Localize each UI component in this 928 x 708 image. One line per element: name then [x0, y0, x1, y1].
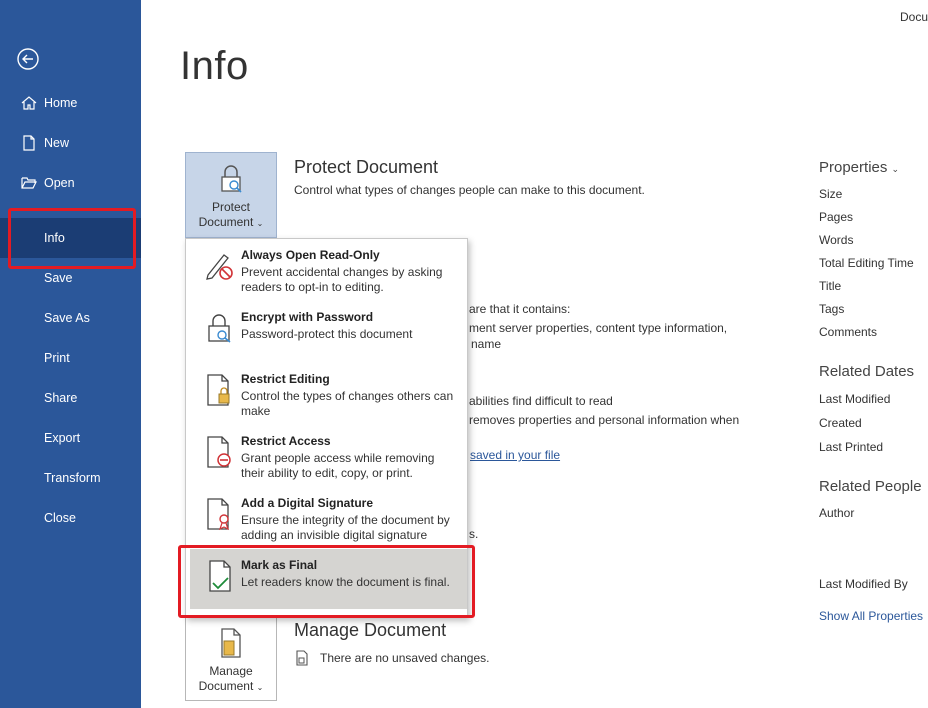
sidebar-item-label: Save: [44, 271, 73, 285]
sidebar-item-share[interactable]: Share: [0, 378, 141, 418]
properties-header[interactable]: Properties ⌄: [819, 159, 899, 176]
menu-item-mark-as-final[interactable]: Mark as Final Let readers know the docum…: [190, 549, 467, 609]
protect-document-menu: Always Open Read-Only Prevent accidental…: [185, 238, 468, 618]
menu-item-description: Control the types of changes others can …: [241, 389, 454, 418]
sidebar-item-label: Export: [44, 431, 81, 445]
protect-document-description: Control what types of changes people can…: [294, 183, 645, 197]
inspect-text-line: abilities find difficult to read: [469, 394, 613, 408]
new-document-icon: [20, 134, 38, 152]
menu-item-description: Prevent accidental changes by asking rea…: [241, 265, 443, 294]
menu-item-always-open-read-only[interactable]: Always Open Read-Only Prevent accidental…: [186, 239, 467, 299]
property-label: Words: [819, 233, 854, 247]
menu-item-description: Ensure the integrity of the document by …: [241, 513, 450, 542]
menu-item-description: Let readers know the document is final.: [241, 575, 450, 589]
sidebar-item-close[interactable]: Close: [0, 498, 141, 538]
sidebar-item-new[interactable]: New: [0, 123, 141, 163]
home-icon: [20, 94, 38, 112]
sidebar-item-info[interactable]: Info: [0, 218, 141, 258]
menu-item-title: Add a Digital Signature: [241, 496, 374, 510]
menu-item-restrict-editing[interactable]: Restrict Editing Control the types of ch…: [186, 363, 467, 423]
chevron-down-icon: ⌄: [891, 164, 900, 174]
property-label: Size: [819, 187, 843, 201]
lock-key-icon: [186, 163, 276, 198]
menu-item-restrict-access[interactable]: Restrict Access Grant people access whil…: [186, 425, 467, 485]
chevron-down-icon: ⌄: [256, 219, 264, 228]
related-date-label: Created: [819, 416, 862, 430]
document-restrict-icon: [204, 435, 236, 469]
backstage-view: Home New Open Info Save Save As Print Sh…: [0, 0, 928, 708]
page-title: Info: [180, 44, 249, 88]
menu-item-title: Restrict Editing: [241, 372, 330, 386]
document-name: Docu: [899, 10, 928, 24]
sidebar-item-label: Home: [44, 96, 78, 110]
property-label: Comments: [819, 325, 878, 339]
menu-item-description: Grant people access while removing their…: [241, 451, 435, 480]
inspect-text-line: removes properties and personal informat…: [469, 413, 740, 427]
menu-item-add-digital-signature[interactable]: Add a Digital Signature Ensure the integ…: [186, 487, 467, 547]
document-check-icon: [204, 559, 236, 593]
sidebar-item-print[interactable]: Print: [0, 338, 141, 378]
sidebar-item-label: Save As: [44, 311, 90, 325]
sidebar-item-label: Share: [44, 391, 78, 405]
manage-document-button[interactable]: Manage Document ⌄: [185, 612, 277, 701]
back-arrow-icon[interactable]: [16, 47, 40, 71]
sidebar-item-home[interactable]: Home: [0, 83, 141, 123]
saved-in-file-link[interactable]: saved in your file: [470, 448, 560, 462]
manage-document-description: There are no unsaved changes.: [320, 651, 490, 665]
backstage-sidebar: Home New Open Info Save Save As Print Sh…: [0, 0, 141, 708]
sidebar-item-label: Close: [44, 511, 76, 525]
sidebar-item-label: Print: [44, 351, 70, 365]
sidebar-item-export[interactable]: Export: [0, 418, 141, 458]
lock-key-icon: [204, 311, 236, 345]
tile-label: Document ⌄: [198, 679, 264, 693]
menu-item-title: Always Open Read-Only: [241, 248, 380, 262]
tile-label: Manage: [209, 664, 253, 678]
manage-document-title: Manage Document: [294, 620, 447, 640]
property-label: Total Editing Time: [819, 256, 914, 270]
related-dates-header: Related Dates: [819, 363, 915, 380]
document-ribbon-icon: [204, 497, 236, 531]
chevron-down-icon: ⌄: [256, 683, 264, 692]
document-status-icon: [294, 650, 310, 666]
related-date-label: Last Modified: [819, 392, 891, 406]
protect-document-title: Protect Document: [294, 157, 439, 177]
last-modified-by-label: Last Modified By: [819, 577, 908, 591]
related-date-label: Last Printed: [819, 440, 884, 454]
sidebar-item-transform[interactable]: Transform: [0, 458, 141, 498]
menu-item-description: Password-protect this document: [241, 327, 413, 341]
menu-item-title: Mark as Final: [241, 558, 318, 572]
sidebar-item-label: Open: [44, 176, 75, 190]
inspect-text-line: name: [471, 337, 502, 351]
related-people-header: Related People: [819, 478, 922, 495]
inspect-text-line: are that it contains:: [469, 302, 571, 316]
property-label: Pages: [819, 210, 854, 224]
menu-item-title: Restrict Access: [241, 434, 331, 448]
tile-label: Document ⌄: [198, 215, 264, 229]
folder-open-icon: [20, 174, 38, 192]
sidebar-item-open[interactable]: Open: [0, 163, 141, 203]
manage-document-status: There are no unsaved changes.: [294, 650, 489, 666]
menu-item-encrypt-with-password[interactable]: Encrypt with Password Password-protect t…: [186, 301, 467, 361]
sidebar-item-save[interactable]: Save: [0, 258, 141, 298]
document-lock-icon: [204, 373, 236, 407]
menu-item-title: Encrypt with Password: [241, 310, 374, 324]
related-people-label: Author: [819, 506, 855, 520]
pencil-no-icon: [204, 249, 236, 283]
show-all-properties-link[interactable]: Show All Properties: [819, 609, 923, 623]
sidebar-item-label: New: [44, 136, 70, 150]
tile-label: Protect: [211, 200, 250, 214]
sidebar-item-save-as[interactable]: Save As: [0, 298, 141, 338]
inspect-text-line: ment server properties, content type inf…: [469, 321, 728, 335]
inspect-text-line: s.: [469, 527, 479, 541]
property-label: Title: [819, 279, 842, 293]
sidebar-item-label: Transform: [44, 471, 101, 485]
sidebar-item-label: Info: [44, 231, 65, 245]
manage-document-icon: [186, 627, 276, 662]
protect-document-button[interactable]: Protect Document ⌄: [185, 152, 277, 238]
property-label: Tags: [819, 302, 845, 316]
